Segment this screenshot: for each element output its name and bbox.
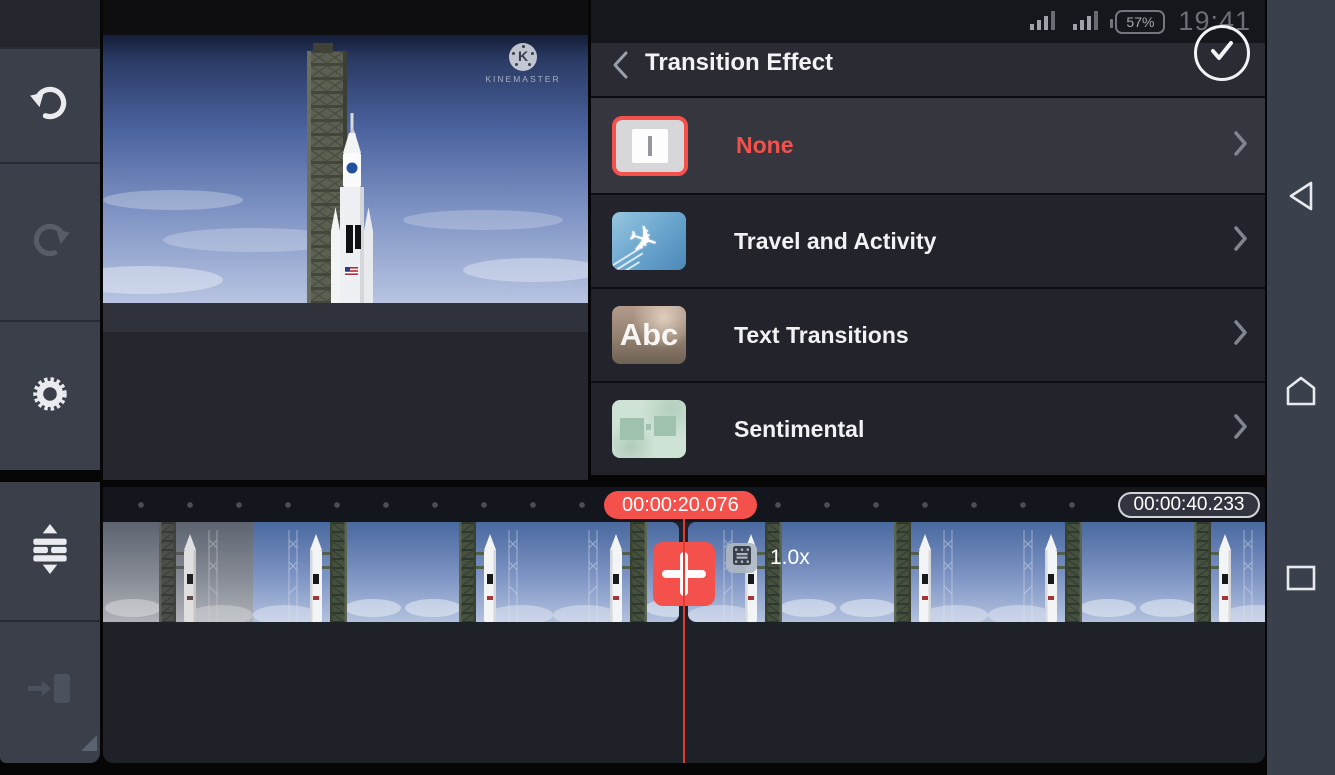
android-navigation-bar: [1267, 0, 1335, 775]
transition-item-sentimental[interactable]: Sentimental: [591, 383, 1265, 475]
check-icon: [1205, 34, 1239, 73]
none-transition-thumbnail: [612, 116, 688, 176]
chevron-right-icon: [1232, 225, 1249, 257]
nav-back-button[interactable]: [1267, 168, 1335, 228]
travel-transition-thumbnail: ✈: [612, 212, 686, 270]
panel-resize-handle[interactable]: [81, 735, 97, 751]
watermark-label: KINEMASTER: [480, 74, 566, 84]
transition-item-label: None: [736, 132, 794, 159]
video-preview[interactable]: K KINEMASTER: [103, 0, 588, 480]
back-button[interactable]: [611, 50, 631, 85]
nav-recents-button[interactable]: [1267, 550, 1335, 610]
battery-icon: 57%: [1115, 10, 1165, 34]
transition-item-label: Travel and Activity: [734, 228, 936, 255]
transition-item-text[interactable]: Abc Text Transitions: [591, 289, 1265, 381]
airplane-icon: ✈: [622, 216, 663, 264]
kinemaster-watermark: K KINEMASTER: [480, 43, 566, 84]
text-transition-thumbnail: Abc: [612, 306, 686, 364]
nav-home-button[interactable]: [1267, 363, 1335, 423]
transition-item-label: Text Transitions: [734, 322, 909, 349]
filmstrip-icon: [732, 546, 752, 570]
nav-back-icon: [1285, 179, 1317, 218]
transition-item-travel[interactable]: ✈ Travel and Activity: [591, 195, 1265, 287]
kinemaster-app: K KINEMASTER: [0, 0, 1335, 775]
video-clip-2[interactable]: [688, 522, 1265, 622]
chevron-right-icon: [1232, 319, 1249, 351]
nav-recents-icon: [1285, 564, 1317, 597]
confirm-button[interactable]: [1194, 25, 1250, 81]
total-duration-pill: 00:00:40.233: [1118, 492, 1260, 518]
jump-to-end-button[interactable]: [0, 622, 100, 761]
transition-item-label: Sentimental: [734, 416, 864, 443]
nav-home-icon: [1283, 375, 1319, 412]
redo-button[interactable]: [0, 164, 100, 320]
preview-background: [103, 332, 588, 480]
timeline-sidebar: [0, 482, 100, 763]
playhead-line: [683, 519, 685, 763]
kinemaster-logo-icon: K: [509, 43, 537, 71]
preview-letterbox: [103, 303, 588, 332]
editor-sidebar: [0, 0, 100, 470]
cellular-signal-icon: [1029, 7, 1059, 36]
chevron-right-icon: [1232, 413, 1249, 445]
status-bar: 57% 19:41: [591, 0, 1265, 43]
timeline-expand-icon: [29, 524, 71, 579]
preview-frame: K KINEMASTER: [103, 35, 588, 303]
redo-icon: [27, 217, 73, 268]
panel-title: Transition Effect: [645, 48, 833, 78]
chevron-left-icon: [611, 67, 631, 84]
gear-icon: [27, 371, 73, 422]
current-time-pill: 00:00:20.076: [604, 491, 757, 519]
chevron-right-icon: [1232, 130, 1249, 162]
timeline-expand-button[interactable]: [0, 482, 100, 620]
transition-item-none[interactable]: None: [591, 98, 1265, 193]
timeline[interactable]: 1.0x 00:00:20.076 00:00:40.233: [103, 487, 1265, 763]
jump-to-end-icon: [28, 673, 72, 710]
project-settings-button[interactable]: [0, 322, 100, 470]
clip-speed-badge: [726, 543, 757, 573]
sentimental-transition-thumbnail: [612, 400, 686, 458]
panel-header: Transition Effect: [591, 43, 1265, 96]
clip-speed-label: 1.0x: [770, 546, 810, 570]
undo-icon: [27, 80, 73, 131]
transition-effect-panel: 57% 19:41 Transition Effect: [591, 0, 1265, 475]
video-clip-1[interactable]: [103, 522, 679, 622]
undo-button[interactable]: [0, 49, 100, 162]
battery-percent: 57%: [1126, 14, 1154, 30]
cellular-signal-icon-2: [1072, 7, 1102, 36]
sidebar-spacer: [0, 0, 100, 47]
